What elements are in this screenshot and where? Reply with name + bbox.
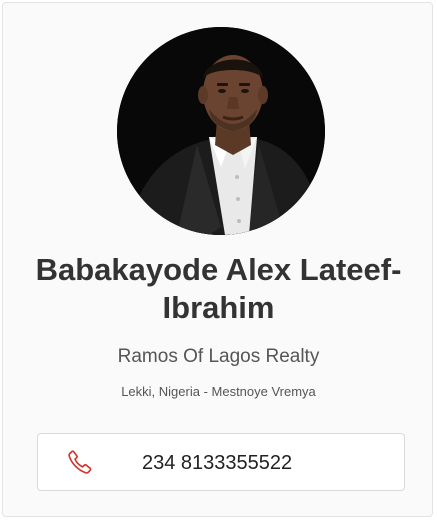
agent-name-line2: Ibrahim [162,290,275,325]
agent-location: Lekki, Nigeria - Mestnoye Vremya [121,384,316,399]
agent-profile-card: Babakayode Alex Lateef- Ibrahim Ramos Of… [2,2,433,517]
call-phone-button[interactable]: 234 8133355522 [37,433,405,491]
agent-name-line1: Babakayode Alex Lateef- [35,252,402,287]
agent-name: Babakayode Alex Lateef- Ibrahim [3,251,434,327]
phone-icon [66,448,94,476]
phone-number: 234 8133355522 [142,452,293,474]
agent-company: Ramos Of Lagos Realty [117,346,320,367]
agent-avatar [117,27,325,235]
